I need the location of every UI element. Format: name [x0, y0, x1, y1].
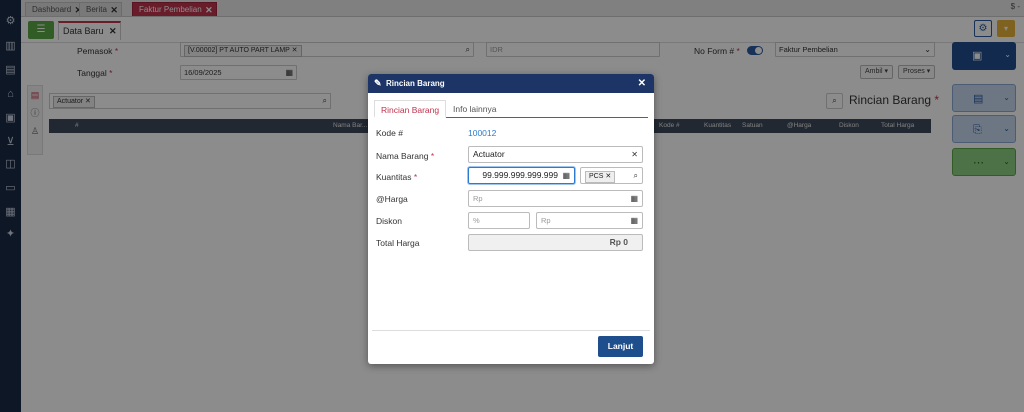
- calculator-icon[interactable]: ▦: [630, 191, 638, 206]
- dialog-tabs: Rincian Barang Info lainnya: [374, 100, 648, 118]
- kuantitas-input[interactable]: 99.999.999.999.999 ▦: [468, 167, 575, 184]
- lanjut-button[interactable]: Lanjut: [598, 336, 643, 357]
- dialog-divider: [372, 330, 650, 331]
- kode-value: 100012: [468, 128, 497, 138]
- nama-barang-label: Nama Barang *: [376, 151, 435, 161]
- clear-icon[interactable]: ✕: [631, 147, 638, 162]
- nama-barang-input[interactable]: Actuator ✕: [468, 146, 643, 163]
- tab-rincian-barang[interactable]: Rincian Barang: [374, 100, 447, 118]
- diskon-amount-input[interactable]: Rp ▦: [536, 212, 643, 229]
- calculator-icon[interactable]: ▦: [562, 168, 570, 183]
- total-harga-label: Total Harga: [376, 238, 420, 248]
- calculator-icon[interactable]: ▦: [630, 213, 638, 228]
- kuantitas-label: Kuantitas *: [376, 172, 418, 182]
- dialog-title: Rincian Barang: [386, 79, 445, 88]
- satuan-chip: PCS ✕: [585, 171, 616, 183]
- search-icon[interactable]: ⌕: [634, 168, 638, 183]
- dialog-header: ✎ Rincian Barang ✕: [368, 74, 654, 93]
- diskon-label: Diskon: [376, 216, 402, 226]
- harga-label: @Harga: [376, 194, 408, 204]
- kode-label: Kode #: [376, 128, 403, 138]
- harga-input[interactable]: Rp ▦: [468, 190, 643, 207]
- tab-info-lainnya[interactable]: Info lainnya: [447, 100, 502, 118]
- satuan-input[interactable]: PCS ✕ ⌕: [580, 167, 643, 184]
- pencil-icon: ✎: [374, 78, 382, 88]
- close-icon[interactable]: ✕: [638, 74, 646, 93]
- rincian-barang-dialog: ✎ Rincian Barang ✕ Rincian Barang Info l…: [368, 74, 654, 364]
- total-harga-value: Rp 0: [468, 234, 643, 251]
- diskon-percent-input[interactable]: %: [468, 212, 530, 229]
